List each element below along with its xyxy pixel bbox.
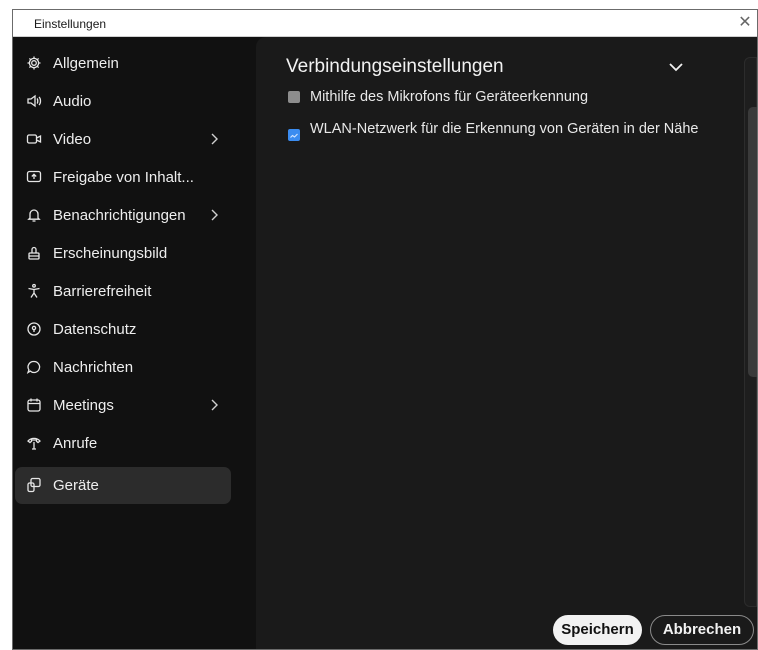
chevron-down-icon[interactable] [666, 57, 686, 77]
brush-icon [25, 244, 43, 262]
sidebar-item-label: Freigabe von Inhalt... [53, 169, 194, 186]
phone-icon [25, 434, 43, 452]
sidebar-item-label: Anrufe [53, 435, 98, 452]
sidebar-item-benachrichtigungen[interactable]: Benachrichtigungen [15, 197, 231, 234]
sidebar-item-anrufe[interactable]: Anrufe [15, 425, 231, 462]
accessibility-icon [25, 282, 43, 300]
sidebar-item-label: Datenschutz [53, 321, 137, 338]
sidebar-item-datenschutz[interactable]: Datenschutz [15, 311, 231, 348]
bell-icon [25, 206, 43, 224]
sidebar-item-meetings[interactable]: Meetings [15, 387, 231, 424]
chevron-right-icon [205, 206, 223, 224]
settings-content: Verbindungseinstellungen Mithilfe des Mi… [256, 37, 757, 649]
checkbox-checked[interactable] [288, 129, 300, 141]
sidebar-item-video[interactable]: Video [15, 121, 231, 158]
camera-icon [25, 130, 43, 148]
gear-icon [25, 54, 43, 72]
sidebar-item-geraete[interactable]: Geräte [15, 467, 231, 504]
share-screen-icon [25, 168, 43, 186]
speaker-icon [25, 92, 43, 110]
sidebar-item-barrierefreiheit[interactable]: Barrierefreiheit [15, 273, 231, 310]
chevron-right-icon [205, 130, 223, 148]
sidebar-item-label: Audio [53, 93, 92, 110]
settings-window: Einstellungen ✕ Allgemein Audio Video Fr… [12, 9, 758, 650]
sidebar-item-label: Benachrichtigungen [53, 207, 186, 224]
sidebar-item-label: Geräte [53, 477, 99, 494]
chevron-right-icon [205, 396, 223, 414]
sidebar-item-label: Video [53, 131, 92, 148]
sidebar-item-erscheinungsbild[interactable]: Erscheinungsbild [15, 235, 231, 272]
devices-icon [25, 476, 43, 494]
sidebar-item-label: Allgemein [53, 55, 119, 72]
title-bar: Einstellungen ✕ [13, 10, 757, 37]
window-title: Einstellungen [34, 17, 107, 31]
checkbox-unchecked[interactable] [288, 91, 300, 103]
sidebar-item-label: Barrierefreiheit [53, 283, 152, 300]
chat-bubble-icon [25, 358, 43, 376]
option-label: WLAN-Netzwerk für die Erkennung von Gerä… [310, 121, 699, 137]
section-title: Verbindungseinstellungen [286, 56, 504, 77]
close-icon[interactable]: ✕ [733, 11, 757, 35]
sidebar-item-nachrichten[interactable]: Nachrichten [15, 349, 231, 386]
sidebar-item-label: Meetings [53, 397, 114, 414]
sidebar: Allgemein Audio Video Freigabe von Inhal… [13, 37, 251, 649]
scrollbar-thumb[interactable] [748, 107, 757, 377]
sidebar-item-freigabe[interactable]: Freigabe von Inhalt... [15, 159, 231, 196]
privacy-icon [25, 320, 43, 338]
sidebar-item-label: Nachrichten [53, 359, 134, 376]
calendar-icon [25, 396, 43, 414]
sidebar-item-allgemein[interactable]: Allgemein [15, 45, 231, 82]
save-button[interactable]: Speichern [553, 615, 642, 645]
sidebar-item-audio[interactable]: Audio [15, 83, 231, 120]
cancel-button[interactable]: Abbrechen [650, 615, 754, 645]
option-label: Mithilfe des Mikrofons für Geräteerkennu… [310, 89, 589, 105]
sidebar-item-label: Erscheinungsbild [53, 245, 168, 262]
